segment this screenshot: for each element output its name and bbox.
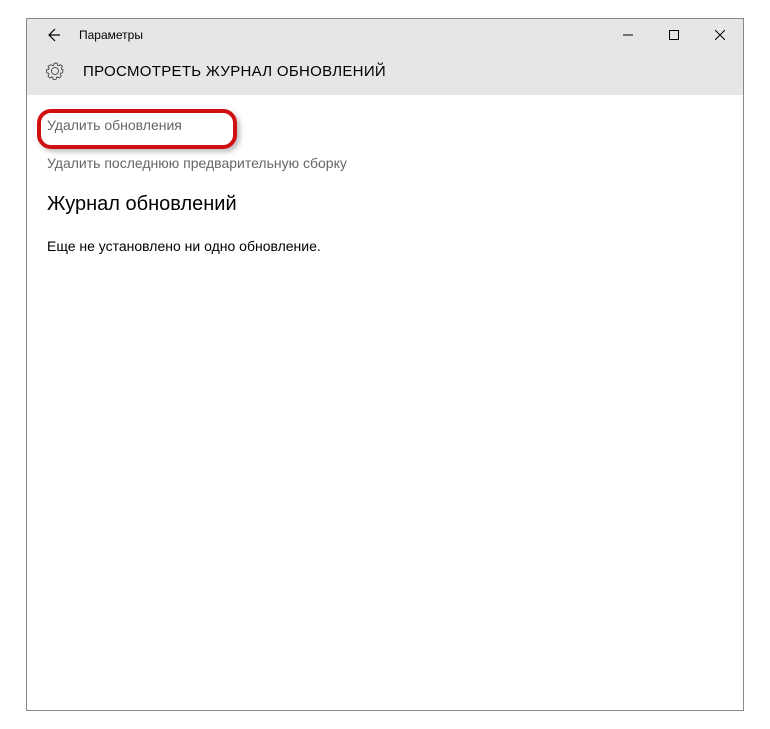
maximize-button[interactable] — [651, 19, 697, 51]
close-button[interactable] — [697, 19, 743, 51]
uninstall-updates-link[interactable]: Удалить обновления — [47, 117, 182, 133]
empty-history-text: Еще не установлено ни одно обновление. — [47, 238, 723, 254]
maximize-icon — [669, 30, 679, 40]
page-header: ПРОСМОТРЕТЬ ЖУРНАЛ ОБНОВЛЕНИЙ — [27, 51, 743, 95]
page-heading: ПРОСМОТРЕТЬ ЖУРНАЛ ОБНОВЛЕНИЙ — [83, 63, 386, 80]
gear-icon — [45, 61, 65, 81]
window-controls — [605, 19, 743, 51]
update-history-heading: Журнал обновлений — [47, 193, 723, 216]
minimize-button[interactable] — [605, 19, 651, 51]
minimize-icon — [623, 30, 633, 40]
window-title: Параметры — [79, 28, 605, 42]
remove-preview-build-link[interactable]: Удалить последнюю предварительную сборку — [47, 155, 723, 171]
close-icon — [715, 30, 725, 40]
titlebar: Параметры — [27, 19, 743, 51]
back-button[interactable] — [33, 19, 73, 51]
back-arrow-icon — [45, 27, 61, 43]
content-area: Удалить обновления Удалить последнюю пре… — [27, 95, 743, 710]
settings-window: Параметры — [26, 18, 744, 711]
